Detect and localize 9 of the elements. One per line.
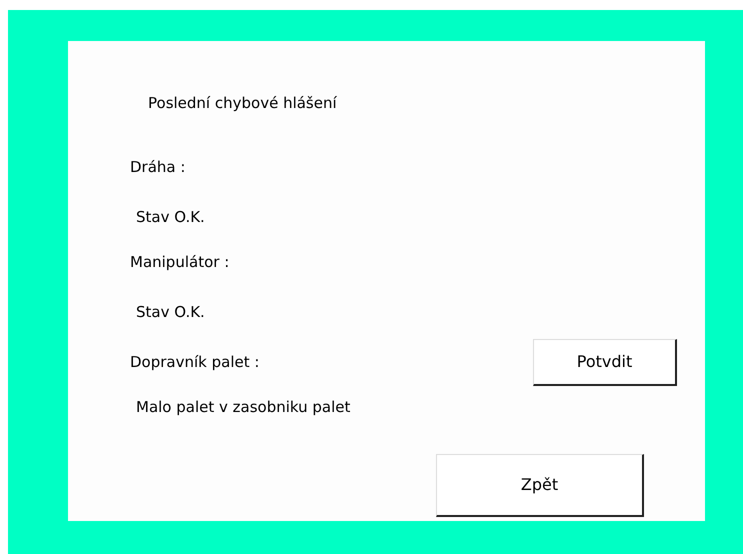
back-button[interactable]: Zpět (436, 454, 644, 517)
section-label: Manipulátor : (130, 252, 230, 273)
section-label: Dráha : (130, 156, 186, 178)
status-text: Stav O.K. (136, 302, 205, 323)
status-text: Stav O.K. (136, 206, 205, 228)
dialog-title: Poslední chybové hlášení (148, 92, 337, 114)
section-label: Dopravník palet : (130, 352, 260, 374)
confirm-button[interactable]: Potvdit (533, 339, 677, 386)
status-text: Malo palet v zasobniku palet (136, 396, 350, 418)
